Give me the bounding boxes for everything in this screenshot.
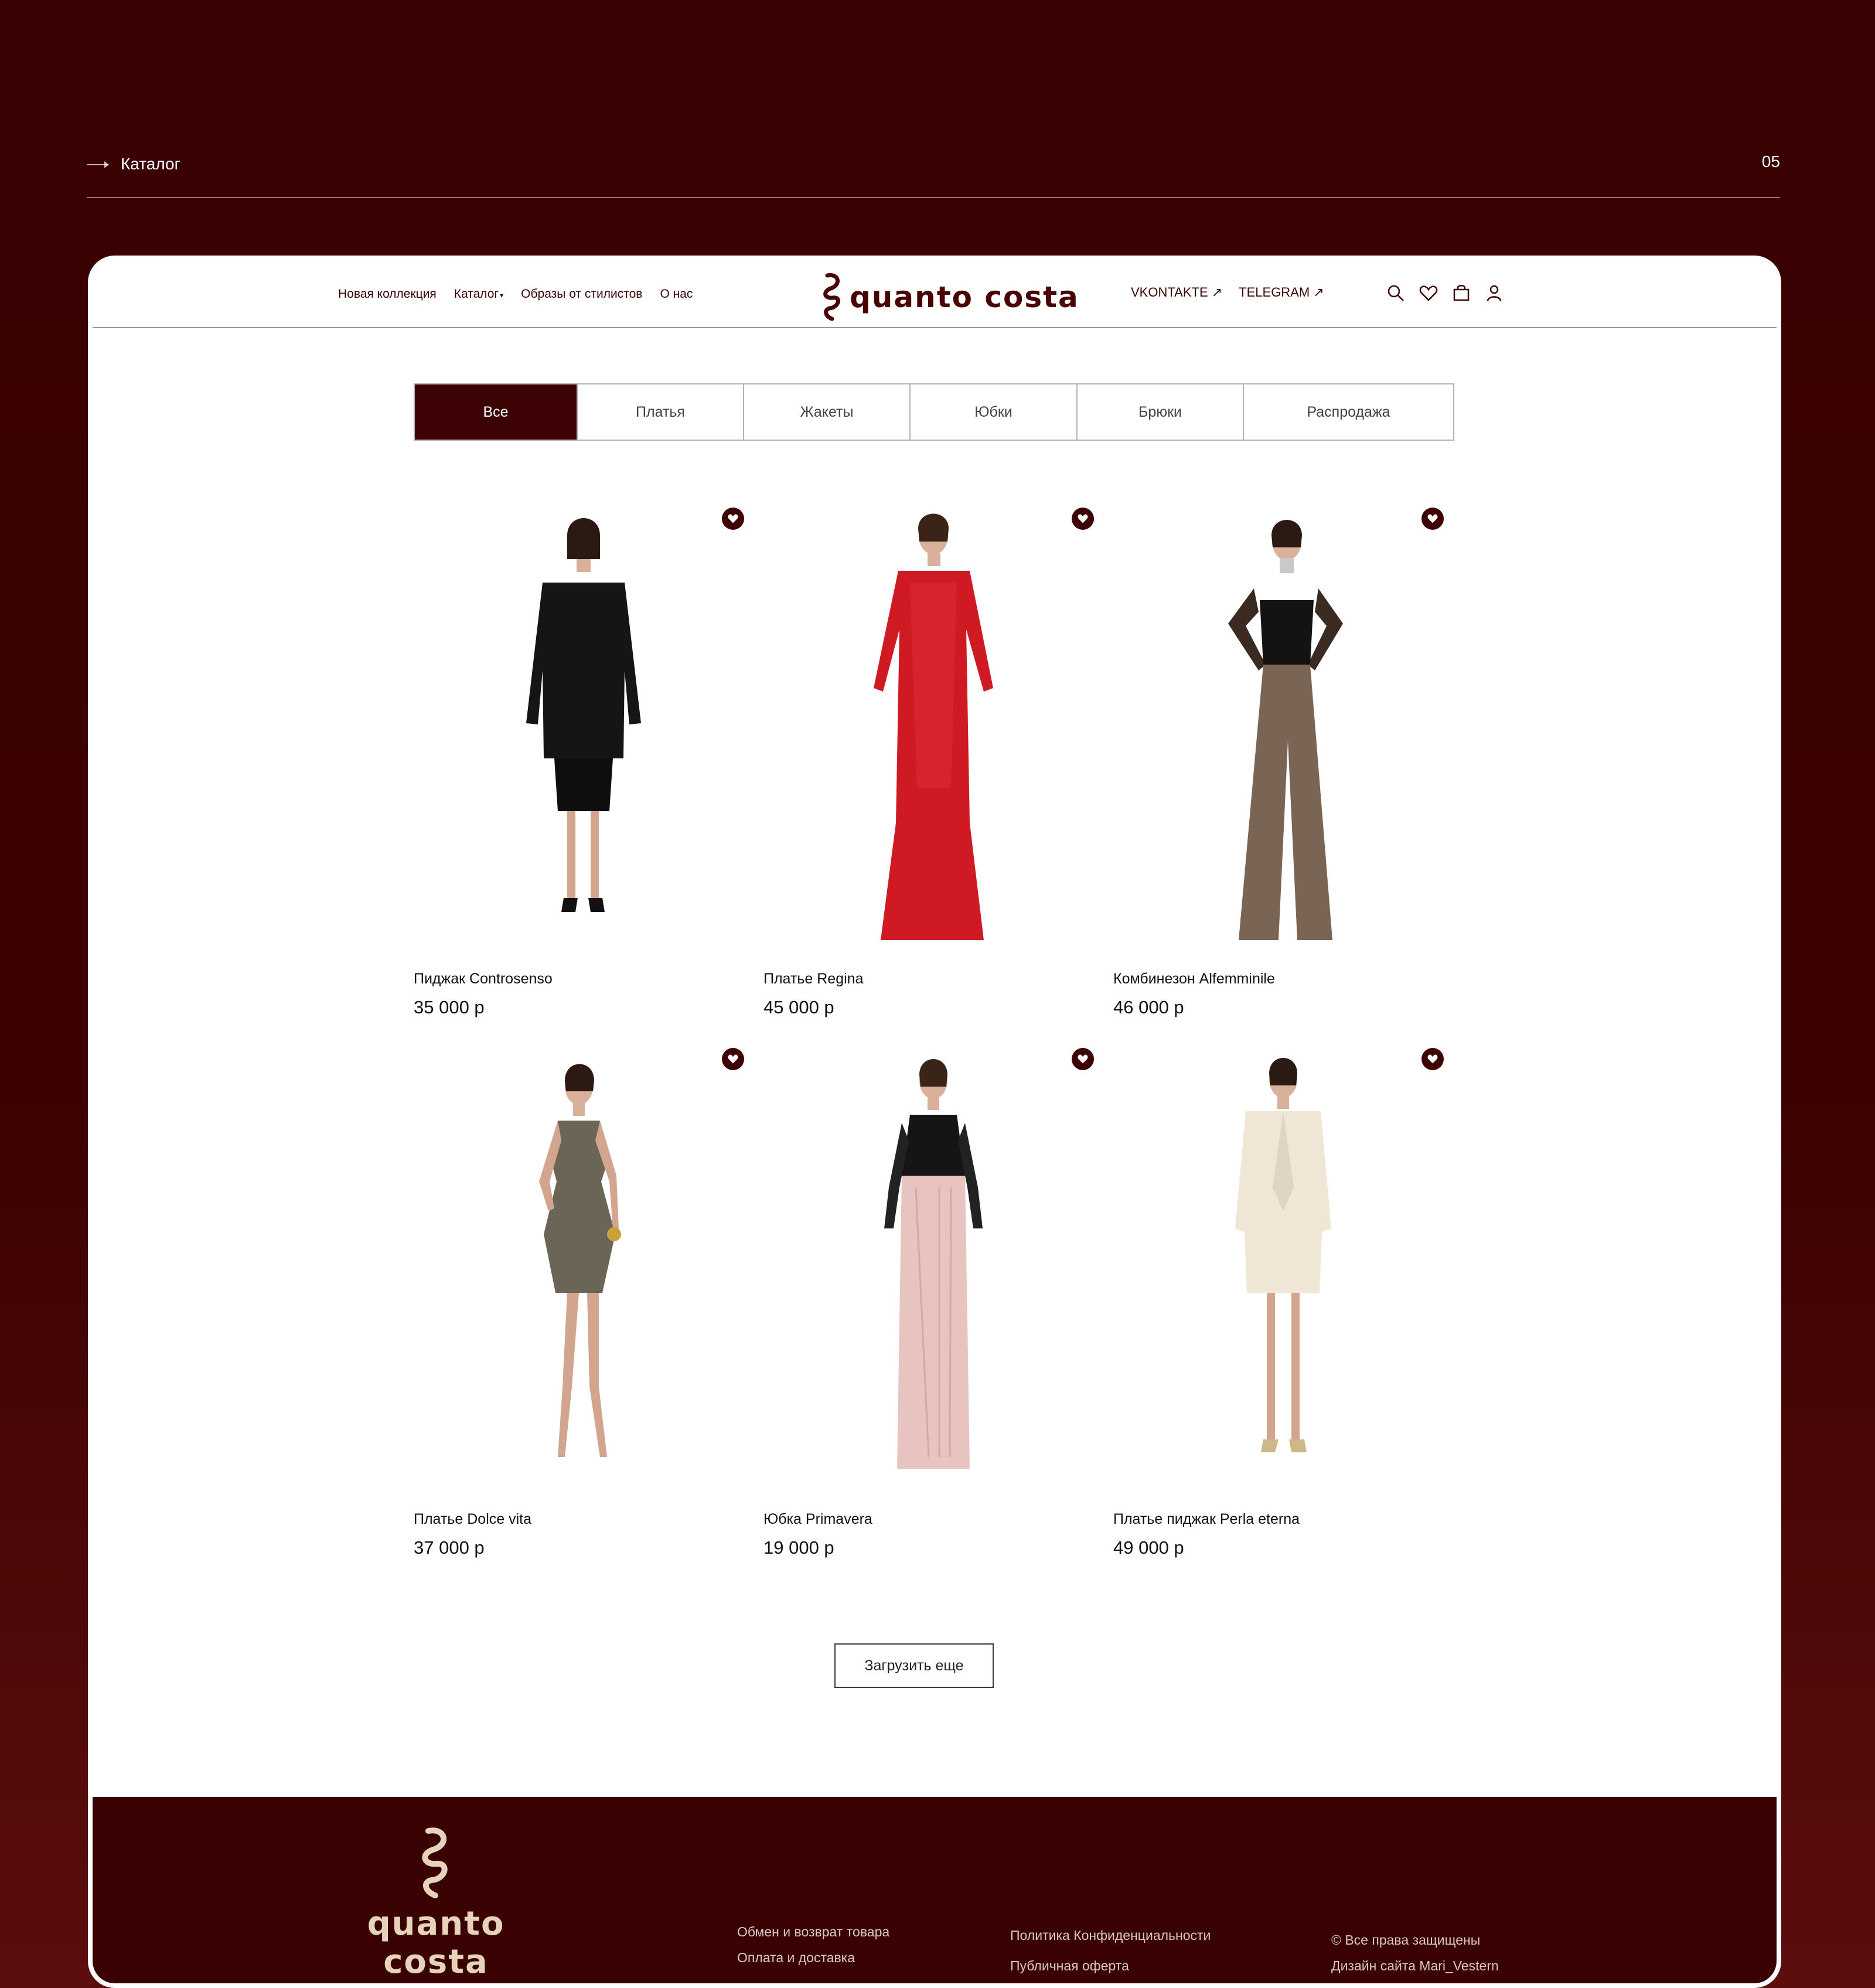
offer-link[interactable]: Публичная оферта [1010,1950,1211,1981]
arrow-right-icon [87,161,109,168]
telegram-link[interactable]: TELEGRAM ↗ [1239,285,1324,300]
delivery-link[interactable]: Оплата и доставка [737,1945,889,1970]
product-name[interactable]: Платье Regina [763,971,1097,988]
footer-links-service: Обмен и возврат товара Оплата и доставка [737,1919,889,1970]
returns-link[interactable]: Обмен и возврат товара [737,1919,889,1945]
nav-stylist-looks[interactable]: Образы от стилистов [521,287,642,301]
model-photo [884,1059,983,1469]
copyright-text: © Все права защищены [1331,1932,1481,1948]
slide-number: 05 [1761,152,1780,171]
favorite-button[interactable] [1072,1048,1094,1070]
website-frame: Новая коллекция Каталог ▾ Образы от стили… [88,256,1781,1988]
heart-icon [1078,514,1088,523]
product-name[interactable]: Комбинезон Alfemminile [1113,971,1447,988]
tab-dresses[interactable]: Платья [578,384,744,440]
logo-mark-icon [422,1827,448,1898]
nav-new-collection[interactable]: Новая коллекция [338,287,437,301]
heart-icon [728,514,738,523]
model-photo [1235,1058,1331,1452]
nav-catalog[interactable]: Каталог ▾ [454,287,503,301]
tab-jackets[interactable]: Жакеты [744,384,911,440]
nav-catalog-label: Каталог [454,287,499,301]
favorite-button[interactable] [722,508,744,530]
product-image[interactable] [1113,495,1447,958]
product-price: 37 000 р [414,1537,485,1558]
product-card[interactable]: Юбка Primavera 19 000 р [763,1035,1097,1558]
vkontakte-link[interactable]: VKONTAKTE ↗ [1131,285,1222,300]
site-logo[interactable]: quanto costa [819,272,1079,322]
heart-icon [728,1054,738,1064]
product-card[interactable]: Платье Dolce vita 37 000 р [414,1035,748,1558]
model-photo [539,1064,621,1457]
product-card[interactable]: Комбинезон Alfemminile 46 000 р [1113,495,1447,1018]
product-image[interactable] [1113,1035,1447,1498]
product-name[interactable]: Платье пиджак Perla eterna [1113,1511,1447,1528]
logo-mark-icon [823,273,840,321]
bag-icon[interactable] [1451,282,1472,304]
design-credit: Дизайн сайта Mari_Vestern [1331,1958,1499,1973]
search-icon[interactable] [1385,282,1406,304]
favorite-button[interactable] [1421,508,1444,530]
footer-links-legal: Политика Конфиденциальности Публичная оф… [1010,1920,1211,1981]
privacy-link[interactable]: Политика Конфиденциальности [1010,1920,1211,1950]
footer-logo-text: quanto costa [367,1905,505,1981]
tab-sale[interactable]: Распродажа [1244,384,1453,440]
model-photo [526,518,641,912]
heart-icon [1427,1054,1438,1064]
caret-down-icon: ▾ [500,291,504,299]
main-nav: Новая коллекция Каталог ▾ Образы от стили… [338,287,693,301]
slide-title: Каталог [121,155,180,173]
site-header: Новая коллекция Каталог ▾ Образы от стили… [93,260,1777,328]
social-links: VKONTAKTE ↗ TELEGRAM ↗ [1131,285,1324,300]
tab-trousers[interactable]: Брюки [1078,384,1244,440]
product-card[interactable]: Платье пиджак Perla eterna 49 000 р [1113,1035,1447,1558]
site-footer: quanto costa Обмен и возврат товара Опла… [93,1797,1777,1983]
product-card[interactable]: Платье Regina 45 000 р [763,495,1097,1018]
model-photo [874,513,993,940]
product-name[interactable]: Юбка Primavera [763,1511,1097,1528]
product-name[interactable]: Платье Dolce vita [414,1511,748,1528]
model-photo [1228,520,1343,940]
favorite-button[interactable] [1421,1048,1444,1070]
product-name[interactable]: Пиджак Controsenso [414,971,748,988]
heart-icon [1078,1054,1088,1064]
tab-skirts[interactable]: Юбки [911,384,1078,440]
user-icon[interactable] [1484,282,1505,304]
category-tabs: Все Платья Жакеты Юбки Брюки Распродажа [414,383,1454,441]
slide-header: Каталог 05 [87,152,1780,198]
heart-icon [1427,514,1438,523]
heart-icon[interactable] [1418,282,1439,304]
product-price: 35 000 р [414,997,485,1017]
footer-logo[interactable]: quanto costa [313,1825,559,1981]
footer-copyright: © Все права защищены Дизайн сайта Mari_V… [1331,1927,1499,1979]
product-image[interactable] [763,1035,1097,1498]
product-price: 46 000 р [1113,997,1184,1017]
product-price: 19 000 р [763,1537,834,1558]
header-icons [1385,282,1505,304]
product-card[interactable]: Пиджак Controsenso 35 000 р [414,495,748,1018]
logo-text: quanto costa [850,280,1079,314]
load-more-button[interactable]: Загрузить еще [834,1643,994,1688]
favorite-button[interactable] [722,1048,744,1070]
product-image[interactable] [414,1035,748,1498]
product-image[interactable] [763,495,1097,958]
product-price: 49 000 р [1113,1537,1184,1558]
favorite-button[interactable] [1072,508,1094,530]
product-image[interactable] [414,495,748,958]
nav-about[interactable]: О нас [660,287,693,301]
tab-all[interactable]: Все [415,384,578,440]
product-price: 45 000 р [763,997,834,1017]
